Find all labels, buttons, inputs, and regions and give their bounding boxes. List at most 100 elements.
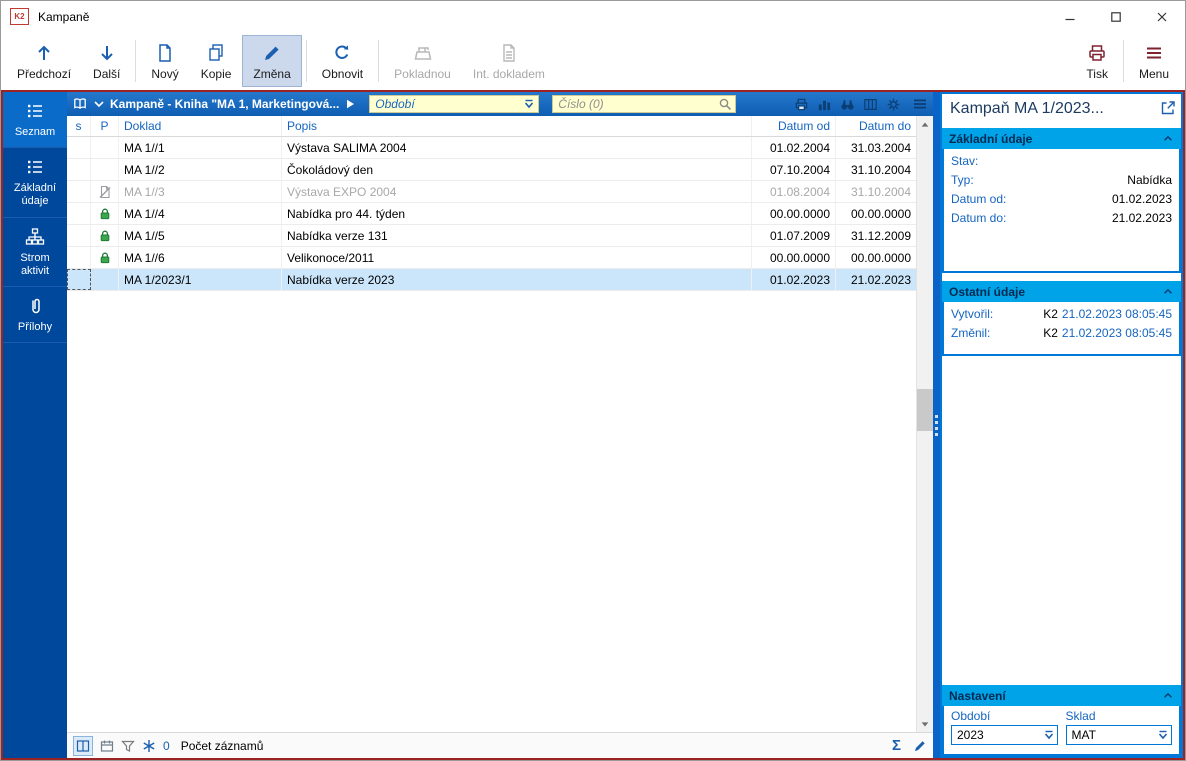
sidebar-item-strom-aktivit[interactable]: Strom aktivit xyxy=(3,218,67,287)
book-title[interactable]: Kampaně - Kniha "MA 1, Marketingová... xyxy=(110,97,339,111)
section-header-ostatni-udaje[interactable]: Ostatní údaje xyxy=(942,281,1181,302)
obdobi-select[interactable]: 2023 xyxy=(951,725,1058,745)
row-status-cell xyxy=(91,203,119,224)
chevron-up-icon xyxy=(1162,690,1174,702)
open-in-window-icon[interactable] xyxy=(1160,100,1176,116)
edit-pencil-icon[interactable] xyxy=(913,739,927,753)
internal-document-button: Int. dokladem xyxy=(462,35,556,87)
table-row[interactable]: MA 1//6 Velikonoce/2011 00.00.0000 00.00… xyxy=(67,247,916,269)
filter-icon[interactable] xyxy=(121,739,135,753)
number-filter-input[interactable] xyxy=(558,97,719,111)
field-label: Změnil: xyxy=(951,325,991,340)
field-obdobi: Období 2023 xyxy=(951,709,1058,745)
refresh-button[interactable]: Obnovit xyxy=(311,35,374,87)
calendar-icon[interactable] xyxy=(100,739,114,753)
edit-button[interactable]: Změna xyxy=(242,35,302,87)
cell-datum-do: 31.10.2004 xyxy=(850,162,911,177)
button-label: Menu xyxy=(1138,66,1169,81)
cell-datum-od: 00.00.0000 xyxy=(752,247,836,268)
vertical-scrollbar[interactable] xyxy=(916,116,933,732)
cell-doklad: MA 1//3 xyxy=(119,181,282,202)
panel-splitter[interactable] xyxy=(933,92,940,758)
cell-popis: Nabídka pro 44. týden xyxy=(282,203,752,224)
cell-doklad: MA 1//1 xyxy=(119,137,282,158)
section-ostatni-udaje: Vytvořil: K2 21.02.2023 08:05:45 Změnil:… xyxy=(942,302,1181,356)
table-row[interactable]: MA 1//2 Čokoládový den 07.10.2004 31.10.… xyxy=(67,159,916,181)
column-header-datum-od[interactable]: Datum od xyxy=(752,116,836,136)
field-timestamp: 21.02.2023 08:05:45 xyxy=(1061,306,1172,321)
table-row[interactable]: MA 1//5 Nabídka verze 131 01.07.2009 31.… xyxy=(67,225,916,247)
lock-icon xyxy=(98,229,112,243)
list-icon xyxy=(25,101,45,121)
section-header-nastaveni[interactable]: Nastavení xyxy=(942,685,1181,706)
scrollbar-thumb[interactable] xyxy=(917,389,933,432)
snowflake-icon[interactable] xyxy=(142,739,156,753)
table-empty-space xyxy=(67,291,916,732)
campaign-table: s P Doklad Popis Datum od Datum do MA 1/… xyxy=(67,116,916,732)
row-status-cell xyxy=(91,247,119,268)
refresh-icon xyxy=(332,42,352,64)
column-header-popis[interactable]: Popis xyxy=(282,116,752,136)
field-row: Vytvořil: K2 21.02.2023 08:05:45 xyxy=(944,304,1179,323)
minimize-button[interactable] xyxy=(1047,1,1093,32)
row-select-cell xyxy=(67,247,91,268)
sidebar-item-label: Strom aktivit xyxy=(20,251,50,277)
table-row[interactable]: MA 1//1 Výstava SALIMA 2004 01.02.2004 3… xyxy=(67,137,916,159)
sum-icon[interactable]: Σ xyxy=(892,737,901,754)
new-button[interactable]: Nový xyxy=(140,35,189,87)
chart-icon[interactable] xyxy=(817,97,832,112)
menu-button[interactable]: Menu xyxy=(1128,35,1180,87)
scroll-up-icon[interactable] xyxy=(917,116,934,133)
columns-icon[interactable] xyxy=(863,97,878,112)
sidebar-item-prilohy[interactable]: Přílohy xyxy=(3,287,67,344)
dropdown-chevron-icon[interactable] xyxy=(523,98,535,110)
cell-datum-do: 21.02.2023 xyxy=(850,272,911,287)
view-toggle-icon[interactable] xyxy=(73,735,93,756)
section-title: Nastavení xyxy=(949,688,1006,703)
copy-button[interactable]: Kopie xyxy=(190,35,243,87)
maximize-button[interactable] xyxy=(1093,1,1139,32)
column-header-p[interactable]: P xyxy=(91,116,119,136)
cell-popis: Velikonoce/2011 xyxy=(282,247,752,268)
next-button[interactable]: Další xyxy=(82,35,131,87)
book-icon[interactable] xyxy=(72,96,88,112)
cell-datum-do: 00.00.0000 xyxy=(850,250,911,265)
field-value: 21.02.2023 xyxy=(1111,210,1172,225)
play-icon[interactable] xyxy=(344,98,356,110)
filter-count: 0 xyxy=(163,738,170,753)
previous-button[interactable]: Předchozí xyxy=(6,35,82,87)
chevron-down-icon[interactable] xyxy=(93,98,105,110)
column-header-datum-do[interactable]: Datum do xyxy=(836,116,916,136)
field-sklad: Sklad MAT xyxy=(1065,709,1172,745)
gear-icon[interactable] xyxy=(886,97,901,112)
scroll-down-icon[interactable] xyxy=(917,715,934,732)
field-label: Datum od: xyxy=(951,191,1007,206)
table-row-selected[interactable]: MA 1/2023/1 Nabídka verze 2023 01.02.202… xyxy=(67,269,916,291)
cash-register-button: Pokladnou xyxy=(383,35,462,87)
grid-menu-icon[interactable] xyxy=(912,96,928,112)
print-grid-icon[interactable] xyxy=(794,97,809,112)
table-row[interactable]: MA 1//4 Nabídka pro 44. týden 00.00.0000… xyxy=(67,203,916,225)
combo-value: MAT xyxy=(1071,728,1096,742)
section-header-zakladni-udaje[interactable]: Základní údaje xyxy=(942,128,1181,149)
sklad-select[interactable]: MAT xyxy=(1065,725,1172,745)
table-row[interactable]: MA 1//3 Výstava EXPO 2004 01.08.2004 31.… xyxy=(67,181,916,203)
button-label: Int. dokladem xyxy=(472,66,545,81)
combo-value: 2023 xyxy=(957,728,984,742)
binoculars-icon[interactable] xyxy=(840,97,855,112)
cell-popis: Výstava EXPO 2004 xyxy=(282,181,752,202)
sidebar-item-seznam[interactable]: Seznam xyxy=(3,92,67,149)
scrollbar-track[interactable] xyxy=(917,133,933,715)
period-filter xyxy=(369,95,540,113)
titlebar: K2 Kampaně xyxy=(1,1,1185,32)
button-label: Další xyxy=(93,66,121,81)
record-count-label: Počet záznamů xyxy=(180,738,264,753)
print-button[interactable]: Tisk xyxy=(1075,35,1119,87)
cell-datum-do: 31.10.2004 xyxy=(850,184,911,199)
sidebar-item-zakladni-udaje[interactable]: Základní údaje xyxy=(3,148,67,218)
period-filter-input[interactable] xyxy=(375,97,524,111)
column-header-s[interactable]: s xyxy=(67,116,91,136)
close-button[interactable] xyxy=(1139,1,1185,32)
field-value: Nabídka xyxy=(1127,172,1172,187)
column-header-doklad[interactable]: Doklad xyxy=(119,116,282,136)
